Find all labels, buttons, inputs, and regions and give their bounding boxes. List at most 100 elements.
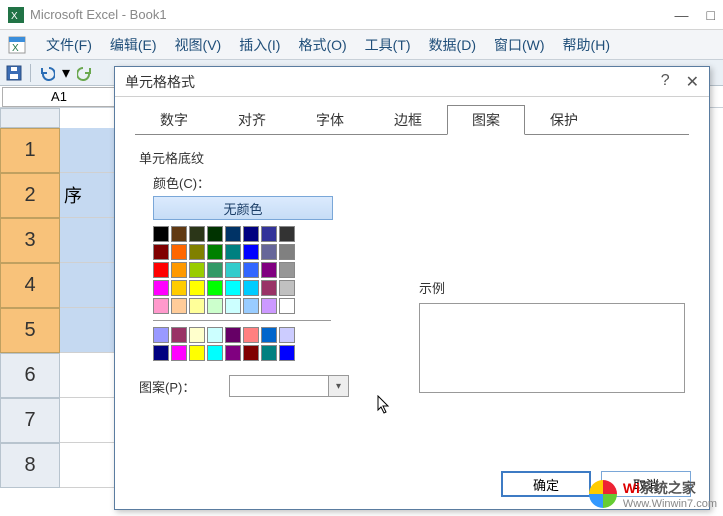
color-swatch[interactable] [261,327,277,343]
color-swatch[interactable] [243,226,259,242]
dialog-titlebar[interactable]: 单元格格式 ? ✕ [115,67,709,97]
menu-data[interactable]: 数据(D) [421,33,484,57]
tab-font[interactable]: 字体 [291,105,369,135]
dropdown-icon[interactable]: ▾ [61,63,71,83]
color-swatch[interactable] [261,280,277,296]
color-swatch[interactable] [225,345,241,361]
color-swatch[interactable] [243,327,259,343]
color-swatch[interactable] [153,327,169,343]
pattern-select[interactable]: ▾ [229,375,349,397]
color-swatch[interactable] [207,262,223,278]
color-swatch[interactable] [189,244,205,260]
color-swatch[interactable] [279,298,295,314]
color-swatch[interactable] [225,298,241,314]
color-swatch[interactable] [207,345,223,361]
color-swatch[interactable] [261,244,277,260]
color-swatch[interactable] [261,345,277,361]
color-swatch[interactable] [279,327,295,343]
row-header-4[interactable]: 4 [0,263,60,308]
row-header-1[interactable]: 1 [0,128,60,173]
color-swatch[interactable] [225,327,241,343]
save-icon[interactable] [4,63,24,83]
color-swatch[interactable] [189,226,205,242]
menu-help[interactable]: 帮助(H) [555,33,618,57]
color-swatch[interactable] [171,262,187,278]
color-swatch[interactable] [243,262,259,278]
color-swatch[interactable] [207,298,223,314]
color-swatch[interactable] [225,280,241,296]
color-swatch[interactable] [171,345,187,361]
undo-icon[interactable] [37,63,57,83]
close-icon[interactable]: ✕ [686,72,699,92]
workbook-icon[interactable]: X [6,34,28,56]
select-all-corner[interactable] [0,108,60,128]
color-swatch[interactable] [261,226,277,242]
menu-format[interactable]: 格式(O) [290,33,354,57]
color-swatch[interactable] [153,262,169,278]
color-swatch[interactable] [279,262,295,278]
ok-button[interactable]: 确定 [501,471,591,497]
cell-a6[interactable] [60,353,120,398]
color-swatch[interactable] [279,244,295,260]
row-header-3[interactable]: 3 [0,218,60,263]
cell-a3[interactable] [60,218,120,263]
color-swatch[interactable] [261,262,277,278]
tab-protect[interactable]: 保护 [525,105,603,135]
menu-window[interactable]: 窗口(W) [486,33,553,57]
color-swatch[interactable] [171,244,187,260]
cell-a5[interactable] [60,308,120,353]
color-swatch[interactable] [153,345,169,361]
menu-view[interactable]: 视图(V) [167,33,230,57]
chevron-down-icon[interactable]: ▾ [328,376,348,396]
tab-align[interactable]: 对齐 [213,105,291,135]
maximize-icon[interactable]: □ [707,7,715,23]
color-swatch[interactable] [261,298,277,314]
color-swatch[interactable] [243,298,259,314]
color-swatch[interactable] [243,345,259,361]
color-swatch[interactable] [171,280,187,296]
minimize-icon[interactable]: — [675,7,689,23]
color-swatch[interactable] [153,280,169,296]
menu-file[interactable]: 文件(F) [38,33,100,57]
menu-tools[interactable]: 工具(T) [357,33,419,57]
row-header-5[interactable]: 5 [0,308,60,353]
row-header-7[interactable]: 7 [0,398,60,443]
color-swatch[interactable] [207,280,223,296]
row-header-8[interactable]: 8 [0,443,60,488]
color-swatch[interactable] [171,226,187,242]
color-swatch[interactable] [225,262,241,278]
row-header-2[interactable]: 2 [0,173,60,218]
tab-border[interactable]: 边框 [369,105,447,135]
cell-a4[interactable] [60,263,120,308]
row-header-6[interactable]: 6 [0,353,60,398]
color-swatch[interactable] [189,262,205,278]
no-color-button[interactable]: 无颜色 [153,196,333,220]
color-swatch[interactable] [225,226,241,242]
color-swatch[interactable] [243,244,259,260]
color-swatch[interactable] [279,280,295,296]
help-icon[interactable]: ? [661,72,670,92]
cell-a7[interactable] [60,398,120,443]
color-swatch[interactable] [153,226,169,242]
name-box[interactable]: A1 [2,87,116,107]
redo-icon[interactable] [75,63,95,83]
color-swatch[interactable] [189,298,205,314]
cell-a8[interactable] [60,443,120,488]
color-swatch[interactable] [153,298,169,314]
cell-a1[interactable] [60,128,120,173]
color-swatch[interactable] [171,298,187,314]
color-swatch[interactable] [207,226,223,242]
tab-number[interactable]: 数字 [135,105,213,135]
menu-insert[interactable]: 插入(I) [231,33,288,57]
cell-a2[interactable]: 序 [60,173,120,218]
color-swatch[interactable] [243,280,259,296]
color-swatch[interactable] [189,345,205,361]
color-swatch[interactable] [207,244,223,260]
color-swatch[interactable] [153,244,169,260]
color-swatch[interactable] [279,345,295,361]
color-swatch[interactable] [279,226,295,242]
color-swatch[interactable] [171,327,187,343]
color-swatch[interactable] [189,327,205,343]
menu-edit[interactable]: 编辑(E) [102,33,165,57]
color-swatch[interactable] [189,280,205,296]
